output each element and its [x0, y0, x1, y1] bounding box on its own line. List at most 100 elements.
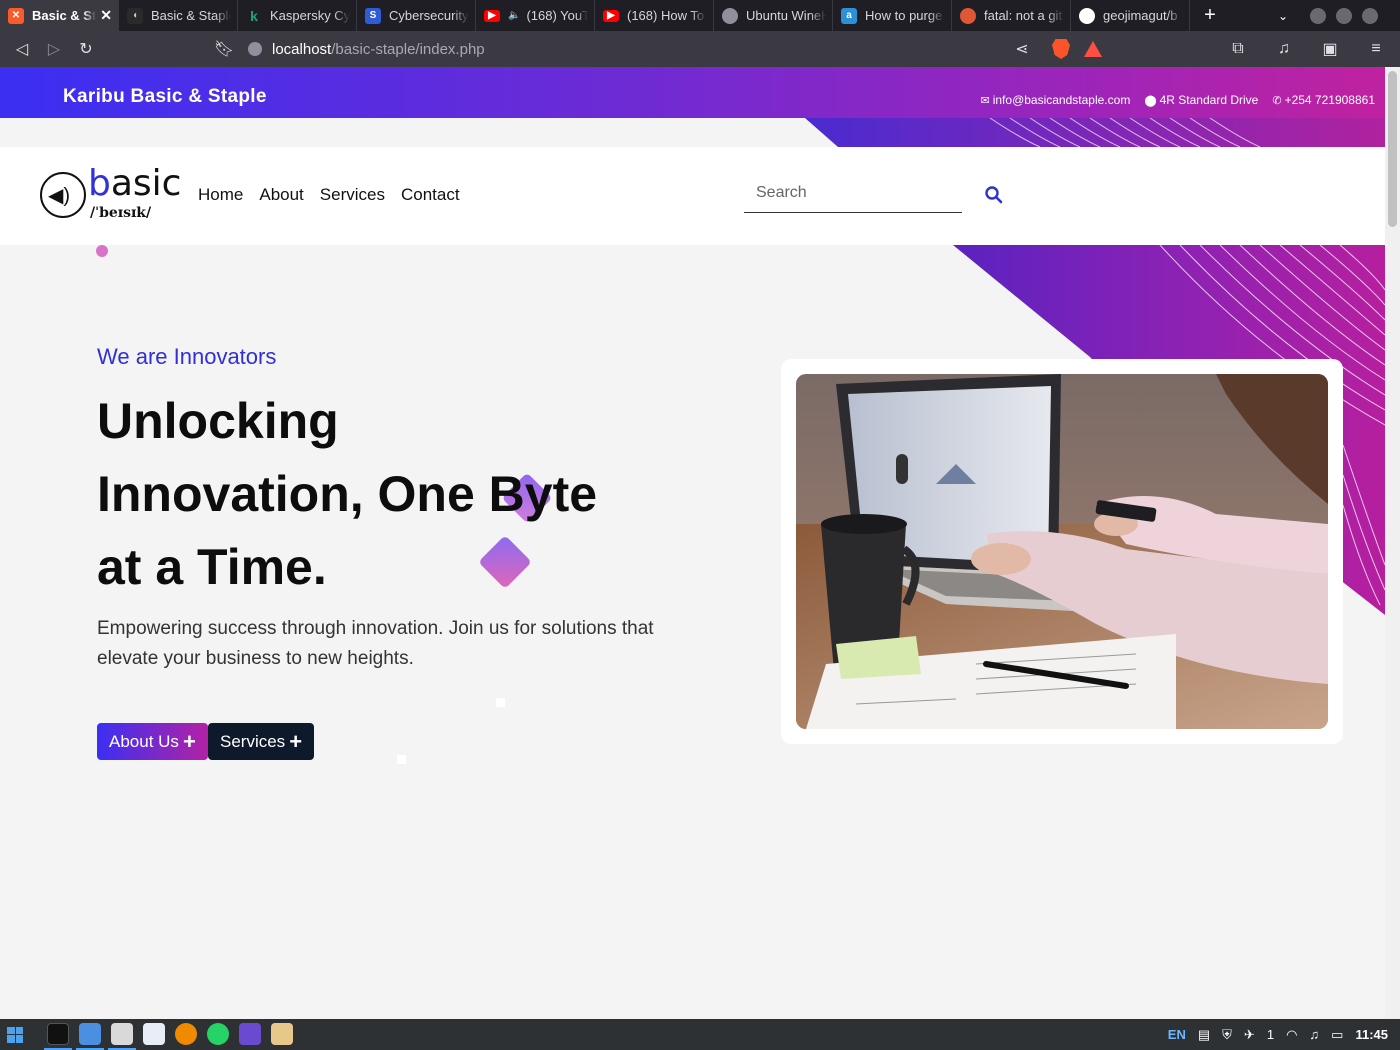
tab-label: geojimagut/b [1103, 8, 1178, 23]
tab-youtube-2[interactable]: ▶ (168) How To [595, 0, 714, 31]
email-contact[interactable]: ✉ info@basicandstaple.com [981, 93, 1131, 107]
page-viewport: Karibu Basic & Staple ✉ info@basicandstap… [0, 67, 1385, 1019]
address-text: 4R Standard Drive [1159, 93, 1259, 107]
url-path: /basic-staple/index.php [331, 40, 485, 58]
maximize-button[interactable] [1336, 7, 1352, 24]
taskbar-app[interactable] [236, 1019, 264, 1050]
speaker-logo-icon: ◖ [127, 7, 143, 24]
new-tab-button[interactable]: + [1190, 0, 1230, 31]
speaker-icon: ◀) [48, 185, 71, 207]
headline-line-1: Unlocking [97, 393, 339, 449]
tab-github[interactable]: geojimagut/b [1071, 0, 1190, 31]
plus-icon: + [182, 728, 196, 754]
tab-duckduckgo[interactable]: fatal: not a git [952, 0, 1071, 31]
shield-icon[interactable]: ⛨ [1222, 1027, 1232, 1043]
music-icon[interactable]: ♫ [1309, 1027, 1319, 1042]
top-info-bar: Karibu Basic & Staple ✉ info@basicandstap… [0, 67, 1385, 118]
wifi-icon[interactable]: ◠ [1286, 1027, 1297, 1043]
keyboard-layout[interactable]: EN [1168, 1027, 1186, 1042]
tab-label: Ubuntu WineH [746, 8, 826, 23]
phone-contact[interactable]: ✆ +254 721908861 [1272, 93, 1375, 107]
media-icon[interactable]: ♫ [1268, 40, 1300, 58]
brave-shields-icon[interactable] [1052, 39, 1070, 59]
hero-headline: Unlocking Innovation, One Byte at a Time… [97, 385, 697, 604]
nav-item-home[interactable]: Home [198, 185, 243, 205]
browser-tab-bar: ✕ Basic & Staple ✕ ◖ Basic & Staple k Ka… [0, 0, 1400, 31]
tab-askubuntu[interactable]: a How to purge [833, 0, 952, 31]
site-info-icon[interactable] [248, 42, 262, 56]
logo-word-b: b [88, 163, 111, 204]
nav-item-about[interactable]: About [259, 185, 303, 205]
notification-icon[interactable]: ✈ [1244, 1027, 1255, 1043]
tab-label: Cybersecurity [389, 8, 469, 23]
tab-basic-staple[interactable]: ◖ Basic & Staple [119, 0, 238, 31]
youtube-icon: ▶ [484, 9, 500, 22]
hero-image-card [781, 359, 1343, 744]
email-text: info@basicandstaple.com [992, 93, 1131, 107]
search-icon[interactable] [984, 185, 1004, 205]
bookmark-icon[interactable]: 🔖︎ [208, 39, 240, 59]
taskbar-vlc[interactable] [172, 1019, 200, 1050]
contact-info: ✉ info@basicandstaple.com ⬤ 4R Standard Dr… [981, 93, 1376, 107]
share-icon[interactable]: ⋖ [1006, 39, 1038, 59]
brave-rewards-icon[interactable]: 1 [1084, 41, 1102, 57]
services-button[interactable]: Services + [208, 723, 315, 760]
clock[interactable]: 11:45 [1355, 1027, 1388, 1042]
search-input[interactable] [744, 175, 944, 211]
map-pin-icon: ⬤ [1144, 95, 1157, 107]
site-logo[interactable]: ◀) basic /ˈbeɪsɪk/ [40, 163, 181, 225]
about-us-button[interactable]: About Us + [97, 723, 208, 760]
services-label: Services [220, 731, 286, 751]
search-box [744, 175, 962, 213]
whatsapp-icon [207, 1022, 229, 1045]
terminal-icon [47, 1022, 69, 1045]
app-icon [239, 1022, 261, 1045]
taskbar-text-editor[interactable] [140, 1019, 168, 1050]
kaspersky-icon: k [250, 7, 258, 24]
start-menu-button[interactable] [0, 1019, 30, 1050]
wallet-icon[interactable]: ▣ [1314, 39, 1346, 59]
close-window-button[interactable] [1362, 7, 1378, 24]
menu-icon[interactable]: ≡ [1360, 40, 1392, 58]
os-taskbar: EN ▤ ⛨ ✈ 1 ◠ ♫ ▭ 11:45 [0, 1019, 1400, 1050]
tab-ubuntu-wine[interactable]: Ubuntu WineH [714, 0, 833, 31]
reload-icon[interactable]: ↻ [70, 39, 102, 59]
phone-text: +254 721908861 [1284, 93, 1375, 107]
main-navbar: ◀) basic /ˈbeɪsɪk/ Home About Services C… [0, 147, 1385, 245]
tab-label: Basic & Staple [151, 8, 231, 23]
address-contact: ⬤ 4R Standard Drive [1144, 93, 1258, 107]
vlc-icon [175, 1022, 197, 1045]
nav-item-contact[interactable]: Contact [401, 185, 460, 205]
taskbar-file-manager[interactable] [76, 1019, 104, 1050]
scrollbar-thumb[interactable] [1388, 71, 1397, 227]
minimize-button[interactable] [1310, 7, 1326, 24]
tab-label: Kaspersky Cyb [270, 8, 350, 23]
tab-kaspersky[interactable]: k Kaspersky Cyb [238, 0, 357, 31]
tab-basic-staple-active[interactable]: ✕ Basic & Staple ✕ [0, 0, 119, 31]
address-bar[interactable]: localhost/basic-staple/index.php [248, 31, 485, 67]
workspace-number[interactable]: 1 [1267, 1027, 1274, 1042]
tab-label: Basic & Staple [32, 8, 97, 23]
taskbar-browser[interactable] [108, 1019, 136, 1050]
nav-item-services[interactable]: Services [320, 185, 385, 205]
extensions-icon[interactable]: ⧉ [1222, 40, 1254, 58]
decorative-strip [805, 118, 1385, 147]
youtube-icon: ▶ [603, 9, 619, 22]
tab-youtube-1[interactable]: ▶ 🔈 (168) YouT [476, 0, 595, 31]
battery-icon[interactable]: ▭ [1331, 1027, 1343, 1043]
back-icon[interactable]: ◁ [6, 39, 38, 59]
taskbar-archive[interactable] [268, 1019, 296, 1050]
hero-photo-laptop-workspace [796, 374, 1328, 729]
taskbar-whatsapp[interactable] [204, 1019, 232, 1050]
clipboard-icon[interactable]: ▤ [1198, 1027, 1210, 1043]
tab-list-chevron-icon[interactable]: ⌄ [1278, 9, 1288, 23]
taskbar-terminal[interactable] [44, 1019, 72, 1050]
speaker-icon[interactable]: 🔈 [508, 10, 520, 21]
github-icon [1079, 7, 1095, 24]
close-icon[interactable]: ✕ [100, 7, 112, 24]
forward-icon[interactable]: ▷ [38, 39, 70, 59]
tab-label: How to purge [865, 8, 943, 23]
tab-cybersecurity[interactable]: S Cybersecurity [357, 0, 476, 31]
windows-logo-icon [7, 1026, 23, 1043]
page-scrollbar[interactable] [1385, 67, 1400, 1019]
